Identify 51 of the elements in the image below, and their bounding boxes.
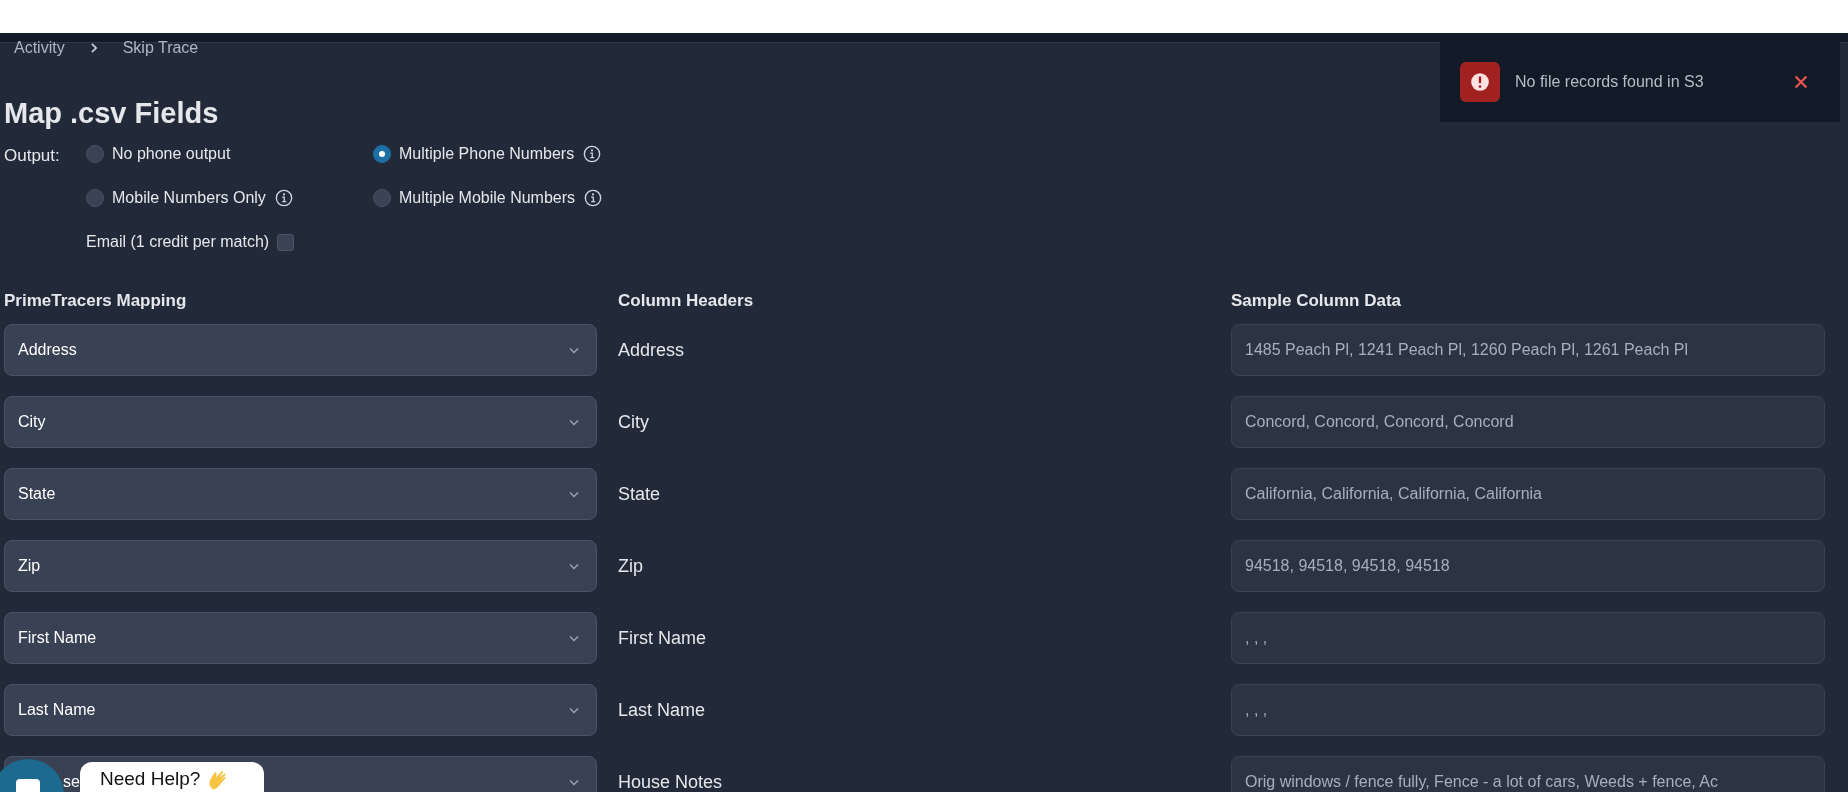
page-title: Map .csv Fields (4, 98, 220, 128)
column-header-text: City (618, 410, 650, 434)
email-option[interactable]: Email (1 credit per match) (86, 233, 673, 251)
mapping-select[interactable]: City (4, 396, 597, 448)
column-header-text: Address (618, 338, 686, 362)
column-header-text: State (618, 482, 662, 506)
breadcrumb-link[interactable]: Skip Trace (122, 39, 199, 57)
info-icon (583, 145, 602, 163)
column-heading: Sample Column Data (1231, 290, 1403, 312)
mapping-select[interactable]: Last Name (4, 684, 597, 736)
breadcrumb-link[interactable]: Activity (14, 39, 65, 57)
radio-button[interactable] (373, 189, 391, 207)
column-header-text: Zip (618, 554, 644, 578)
checkbox[interactable] (277, 233, 295, 251)
column-header-text: House Notes (618, 770, 724, 792)
help-text: Need Help? (100, 768, 201, 790)
radio-option[interactable]: Multiple Mobile Numbers (373, 189, 673, 207)
option-label: Multiple Phone Numbers (399, 145, 575, 163)
radio-button[interactable] (86, 189, 104, 207)
sample-data-field[interactable]: 1485 Peach Pl, 1241 Peach Pl, 1260 Peach Pl, 1261 Peach Pl (1231, 324, 1825, 376)
sample-data-field[interactable]: , , , (1231, 612, 1825, 664)
sample-data-field[interactable]: Concord, Concord, Concord, Concord (1231, 396, 1825, 448)
help-bubble[interactable]: Need Help? (80, 762, 264, 792)
mapping-select[interactable]: Zip (4, 540, 597, 592)
sample-data-field[interactable]: 94518, 94518, 94518, 94518 (1231, 540, 1825, 592)
radio-button[interactable] (373, 145, 391, 163)
output-label: Output: (4, 145, 61, 166)
option-label: No phone output (112, 145, 231, 163)
toast-message: No file records found in S3 (1515, 73, 1704, 91)
option-label: Email (1 credit per match) (86, 233, 270, 251)
close-button[interactable] (1792, 73, 1810, 91)
column-header-text: First Name (618, 626, 707, 650)
option-label: Mobile Numbers Only (112, 189, 266, 207)
radio-option[interactable]: No phone output (86, 145, 373, 163)
option-label: Multiple Mobile Numbers (399, 189, 576, 207)
mapping-select[interactable]: Address (4, 324, 597, 376)
mapping-select[interactable]: First Name (4, 612, 597, 664)
info-icon (274, 189, 293, 207)
close-icon (1792, 73, 1810, 91)
sample-data-field[interactable]: Orig windows / fence fully, Fence - a lot of cars, Weeds + fence, Ac (1231, 756, 1825, 792)
radio-button[interactable] (86, 145, 104, 163)
radio-option[interactable]: Mobile Numbers Only (86, 189, 373, 207)
sample-data-field[interactable]: , , , (1231, 684, 1825, 736)
mapping-select[interactable]: State (4, 468, 597, 520)
column-heading: Column Headers (618, 290, 755, 312)
column-heading: PrimeTracers Mapping (4, 290, 188, 312)
radio-option[interactable]: Multiple Phone Numbers (373, 145, 673, 163)
column-header-text: Last Name (618, 698, 707, 722)
info-icon (584, 189, 603, 207)
sample-data-field[interactable]: California, California, California, California (1231, 468, 1825, 520)
exclamation-icon (1469, 71, 1491, 93)
